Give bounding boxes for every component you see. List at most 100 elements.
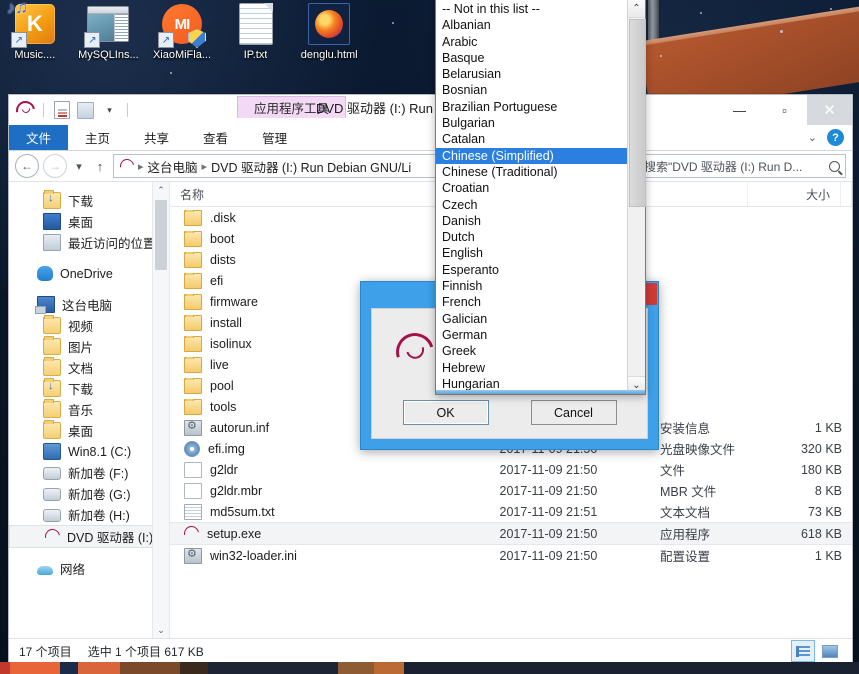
help-icon[interactable]: ? <box>827 129 844 146</box>
sidebar-item-win81-c[interactable]: Win8.1 (C:) <box>9 441 169 462</box>
table-row[interactable]: g2ldr 2017-11-09 21:50 文件 180 KB <box>170 459 852 480</box>
sidebar-item-music[interactable]: 音乐 <box>9 399 169 420</box>
search-icon <box>829 160 840 172</box>
forward-button[interactable]: → <box>43 154 67 178</box>
navigation-pane-scrollbar[interactable]: ⌃ ⌄ <box>152 182 169 638</box>
table-row[interactable]: md5sum.txt 2017-11-09 21:51 文本文档 73 KB <box>170 501 852 522</box>
column-header-extra[interactable] <box>841 182 852 206</box>
list-item[interactable]: -- Not in this list -- <box>436 1 627 17</box>
list-item[interactable]: Bosnian <box>436 82 627 98</box>
desktop-icon-label: IP.txt <box>243 49 268 61</box>
list-item[interactable]: Esperanto <box>436 262 627 278</box>
desktop-folder-icon <box>43 420 61 439</box>
list-item[interactable]: Basque <box>436 50 627 66</box>
recent-locations-button[interactable]: ▾ <box>71 155 87 177</box>
close-button[interactable]: ✕ <box>807 95 852 125</box>
sidebar-item-this-pc[interactable]: 这台电脑 <box>9 294 169 315</box>
tab-share[interactable]: 共享 <box>127 125 186 150</box>
dropdown-bottom-edge <box>436 390 645 394</box>
table-row[interactable]: win32-loader.ini 2017-11-09 21:50 配置设置 1… <box>170 545 852 566</box>
shortcut-arrow-icon: ↗ <box>84 32 101 48</box>
list-item[interactable]: French <box>436 294 627 310</box>
file-type-cell: 配置设置 <box>659 550 710 564</box>
list-item[interactable]: Finnish <box>436 278 627 294</box>
sidebar-item-downloads[interactable]: 下载 <box>9 190 169 211</box>
language-dropdown-list: -- Not in this list -- Albanian Arabic B… <box>435 0 646 395</box>
desktop-icon-music[interactable]: ♪♫ ↗ Music.... <box>2 0 68 88</box>
desktop-icon-ip-txt[interactable]: IP.txt <box>223 2 289 88</box>
tab-file[interactable]: 文件 <box>9 125 69 150</box>
details-view-icon[interactable] <box>791 640 815 662</box>
sidebar-item-desktop[interactable]: 桌面 <box>9 211 169 232</box>
scrollbar-thumb[interactable] <box>629 19 646 207</box>
list-item[interactable]: Galician <box>436 311 627 327</box>
sidebar-item-pictures[interactable]: 图片 <box>9 336 169 357</box>
list-item[interactable]: Czech <box>436 197 627 213</box>
sidebar-item-label: 桌面 <box>68 425 94 439</box>
sidebar-item-volume-h[interactable]: 新加卷 (H:) <box>9 504 169 525</box>
sidebar-item-documents[interactable]: 文档 <box>9 357 169 378</box>
language-list-scrollbar[interactable]: ⌃ ⌄ <box>627 0 646 394</box>
list-item[interactable]: German <box>436 327 627 343</box>
list-item[interactable]: Danish <box>436 213 627 229</box>
sidebar-item-volume-g[interactable]: 新加卷 (G:) <box>9 483 169 504</box>
debian-swirl-icon[interactable] <box>12 96 39 124</box>
sidebar-item-volume-f[interactable]: 新加卷 (F:) <box>9 462 169 483</box>
taskbar[interactable] <box>0 662 859 674</box>
minimize-button[interactable]: — <box>717 95 762 125</box>
list-item[interactable]: English <box>436 245 627 261</box>
sidebar-item-downloads-2[interactable]: 下载 <box>9 378 169 399</box>
debian-exe-icon <box>181 526 202 541</box>
new-folder-icon[interactable] <box>76 101 95 120</box>
list-item[interactable]: Albanian <box>436 17 627 33</box>
scroll-up-icon[interactable]: ⌃ <box>628 0 645 18</box>
list-item[interactable]: Croatian <box>436 180 627 196</box>
installer-close-button[interactable] <box>645 283 657 305</box>
sidebar-item-onedrive[interactable]: OneDrive <box>9 263 169 284</box>
list-item[interactable]: Chinese (Traditional) <box>436 164 627 180</box>
list-item[interactable]: Catalan <box>436 131 627 147</box>
list-item[interactable]: Brazilian Portuguese <box>436 99 627 115</box>
desktop-icon-denglu-html[interactable]: denglu.html <box>296 2 362 88</box>
search-input[interactable]: 搜索"DVD 驱动器 (I:) Run D... <box>639 154 846 178</box>
explorer-titlebar[interactable]: ▾ 应用程序工具 DVD 驱动器 (I:) Run Debian GNU/Lin… <box>9 95 852 125</box>
thumbnails-view-icon[interactable] <box>818 640 842 662</box>
table-row[interactable]: setup.exe 2017-11-09 21:50 应用程序 618 KB <box>170 522 852 545</box>
sidebar-item-videos[interactable]: 视频 <box>9 315 169 336</box>
chevron-down-icon[interactable]: ⌄ <box>808 131 817 144</box>
column-header-type[interactable] <box>640 182 748 206</box>
tab-view[interactable]: 查看 <box>186 125 245 150</box>
contextual-tab-app-tools[interactable]: 应用程序工具 <box>237 96 347 118</box>
desktop-icon-mysql-installer[interactable]: ↗ MySQLIns... <box>76 2 142 88</box>
back-button[interactable]: ← <box>15 154 39 178</box>
tab-manage[interactable]: 管理 <box>245 125 304 150</box>
chevron-down-icon[interactable]: ▾ <box>100 101 119 120</box>
list-item[interactable]: Greek <box>436 343 627 359</box>
tab-home[interactable]: 主页 <box>68 125 127 150</box>
scroll-up-icon[interactable]: ⌃ <box>153 182 169 198</box>
list-item[interactable]: Arabic <box>436 34 627 50</box>
maximize-button[interactable]: ▫ <box>762 95 807 125</box>
cancel-button[interactable]: Cancel <box>530 400 617 425</box>
table-row[interactable]: g2ldr.mbr 2017-11-09 21:50 MBR 文件 8 KB <box>170 480 852 501</box>
list-item[interactable]: Bulgarian <box>436 115 627 131</box>
list-item[interactable]: Belarusian <box>436 66 627 82</box>
sidebar-item-recent-places[interactable]: 最近访问的位置 <box>9 232 169 253</box>
list-item-selected[interactable]: Chinese (Simplified) <box>436 147 627 164</box>
ok-button[interactable]: OK <box>402 400 489 425</box>
scrollbar-thumb[interactable] <box>155 200 167 270</box>
breadcrumb-item-this-pc[interactable]: 这台电脑 <box>148 157 198 176</box>
sidebar-item-desktop-2[interactable]: 桌面 <box>9 420 169 441</box>
properties-icon[interactable] <box>52 101 71 120</box>
list-item[interactable]: Dutch <box>436 229 627 245</box>
breadcrumb-item-dvd-drive[interactable]: DVD 驱动器 (I:) Run Debian GNU/Li <box>211 157 411 176</box>
sidebar-item-network[interactable]: 网络 <box>9 558 169 579</box>
list-item[interactable]: Hebrew <box>436 360 627 376</box>
file-name: .disk <box>210 210 236 225</box>
scroll-down-icon[interactable]: ⌄ <box>153 622 169 638</box>
up-button[interactable]: ↑ <box>91 155 109 177</box>
column-header-size[interactable]: 大小 <box>748 182 841 206</box>
sidebar-item-dvd-drive-i[interactable]: DVD 驱动器 (I:) <box>9 525 169 548</box>
desktop-icon-xiaomi-flash[interactable]: ↗ XiaoMiFla... <box>149 2 215 88</box>
disc-image-icon <box>184 440 200 457</box>
